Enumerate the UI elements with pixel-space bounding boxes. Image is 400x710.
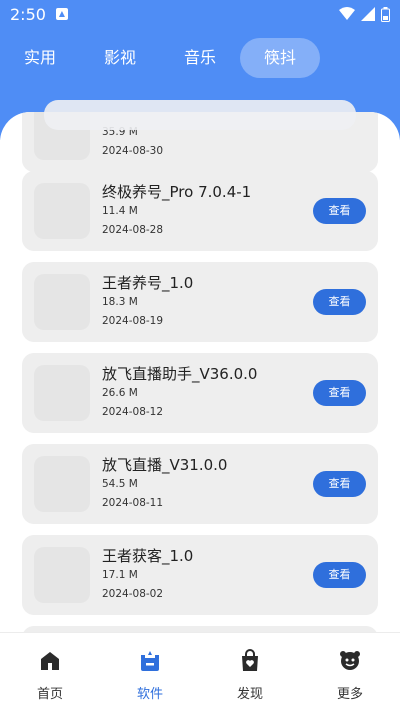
list-item[interactable]: 王者获客_1.0 17.1 M 2024-08-02 查看 <box>22 535 378 615</box>
app-date: 2024-08-28 <box>102 224 164 236</box>
app-date: 2024-08-02 <box>102 588 164 600</box>
app-title: 王者获客_1.0 <box>102 547 194 565</box>
nav-label: 软件 <box>136 687 163 702</box>
app-size: 18.3 M <box>102 296 138 308</box>
app-size: 54.5 M <box>102 478 138 490</box>
app-thumbnail <box>34 365 90 421</box>
status-time: 2:50 <box>10 4 46 24</box>
app-date: 2024-08-12 <box>102 406 164 418</box>
notification-app-icon <box>55 8 68 20</box>
tab-kuaidou[interactable]: 筷抖 <box>240 38 320 78</box>
bottom-nav: 首页 软件 发现 更多 <box>0 632 400 710</box>
more-icon <box>340 651 360 670</box>
nav-label: 更多 <box>336 687 363 702</box>
nav-discover[interactable]: 发现 <box>200 633 300 710</box>
nav-more[interactable]: 更多 <box>300 633 400 710</box>
list-item[interactable]: 终极养号_Pro 7.0.4-1 11.4 M 2024-08-28 查看 <box>22 171 378 251</box>
status-bar: 2:50 <box>0 0 400 28</box>
app-date: 2024-08-30 <box>102 145 164 157</box>
ghost-search-bar <box>44 100 356 130</box>
app-thumbnail <box>34 547 90 603</box>
view-button[interactable]: 查看 <box>313 289 366 315</box>
app-list-panel: 35.9 M 2024-08-30 查看 终极养号_Pro 7.0.4-1 11… <box>0 112 400 632</box>
tab-yinyue[interactable]: 音乐 <box>180 38 220 78</box>
app-size: 11.4 M <box>102 205 138 217</box>
app-thumbnail <box>34 456 90 512</box>
app-size: 26.6 M <box>102 387 138 399</box>
list-item[interactable]: 放飞直播助手_V36.0.0 26.6 M 2024-08-12 查看 <box>22 353 378 433</box>
nav-label: 发现 <box>236 687 263 702</box>
tab-shiyong[interactable]: 实用 <box>20 38 60 78</box>
app-title: 放飞直播助手_V36.0.0 <box>102 365 258 383</box>
home-icon <box>41 652 59 670</box>
signal-icon <box>361 7 375 21</box>
view-button[interactable]: 查看 <box>313 380 366 406</box>
nav-home[interactable]: 首页 <box>0 633 100 710</box>
discover-icon <box>242 649 258 671</box>
app-thumbnail <box>34 183 90 239</box>
tab-yingshi[interactable]: 影视 <box>100 38 140 78</box>
category-tabs: 实用 影视 音乐 筷抖 <box>0 38 400 78</box>
view-button[interactable]: 查看 <box>313 562 366 588</box>
battery-icon <box>381 6 390 22</box>
software-icon <box>141 651 159 671</box>
app-title: 王者养号_1.0 <box>102 274 194 292</box>
app-title: 放飞直播_V31.0.0 <box>102 456 228 474</box>
wifi-icon <box>339 7 355 20</box>
view-button[interactable]: 查看 <box>313 471 366 497</box>
status-icons <box>339 6 390 22</box>
app-date: 2024-08-19 <box>102 315 164 327</box>
nav-label: 首页 <box>36 687 63 702</box>
view-button[interactable]: 查看 <box>313 198 366 224</box>
nav-software[interactable]: 软件 <box>100 633 200 710</box>
app-thumbnail <box>34 274 90 330</box>
app-size: 17.1 M <box>102 569 138 581</box>
list-item[interactable]: 放飞直播_V31.0.0 54.5 M 2024-08-11 查看 <box>22 444 378 524</box>
list-item[interactable]: 王者养号_1.0 18.3 M 2024-08-19 查看 <box>22 262 378 342</box>
app-date: 2024-08-11 <box>102 497 164 509</box>
app-title: 终极养号_Pro 7.0.4-1 <box>102 183 252 201</box>
